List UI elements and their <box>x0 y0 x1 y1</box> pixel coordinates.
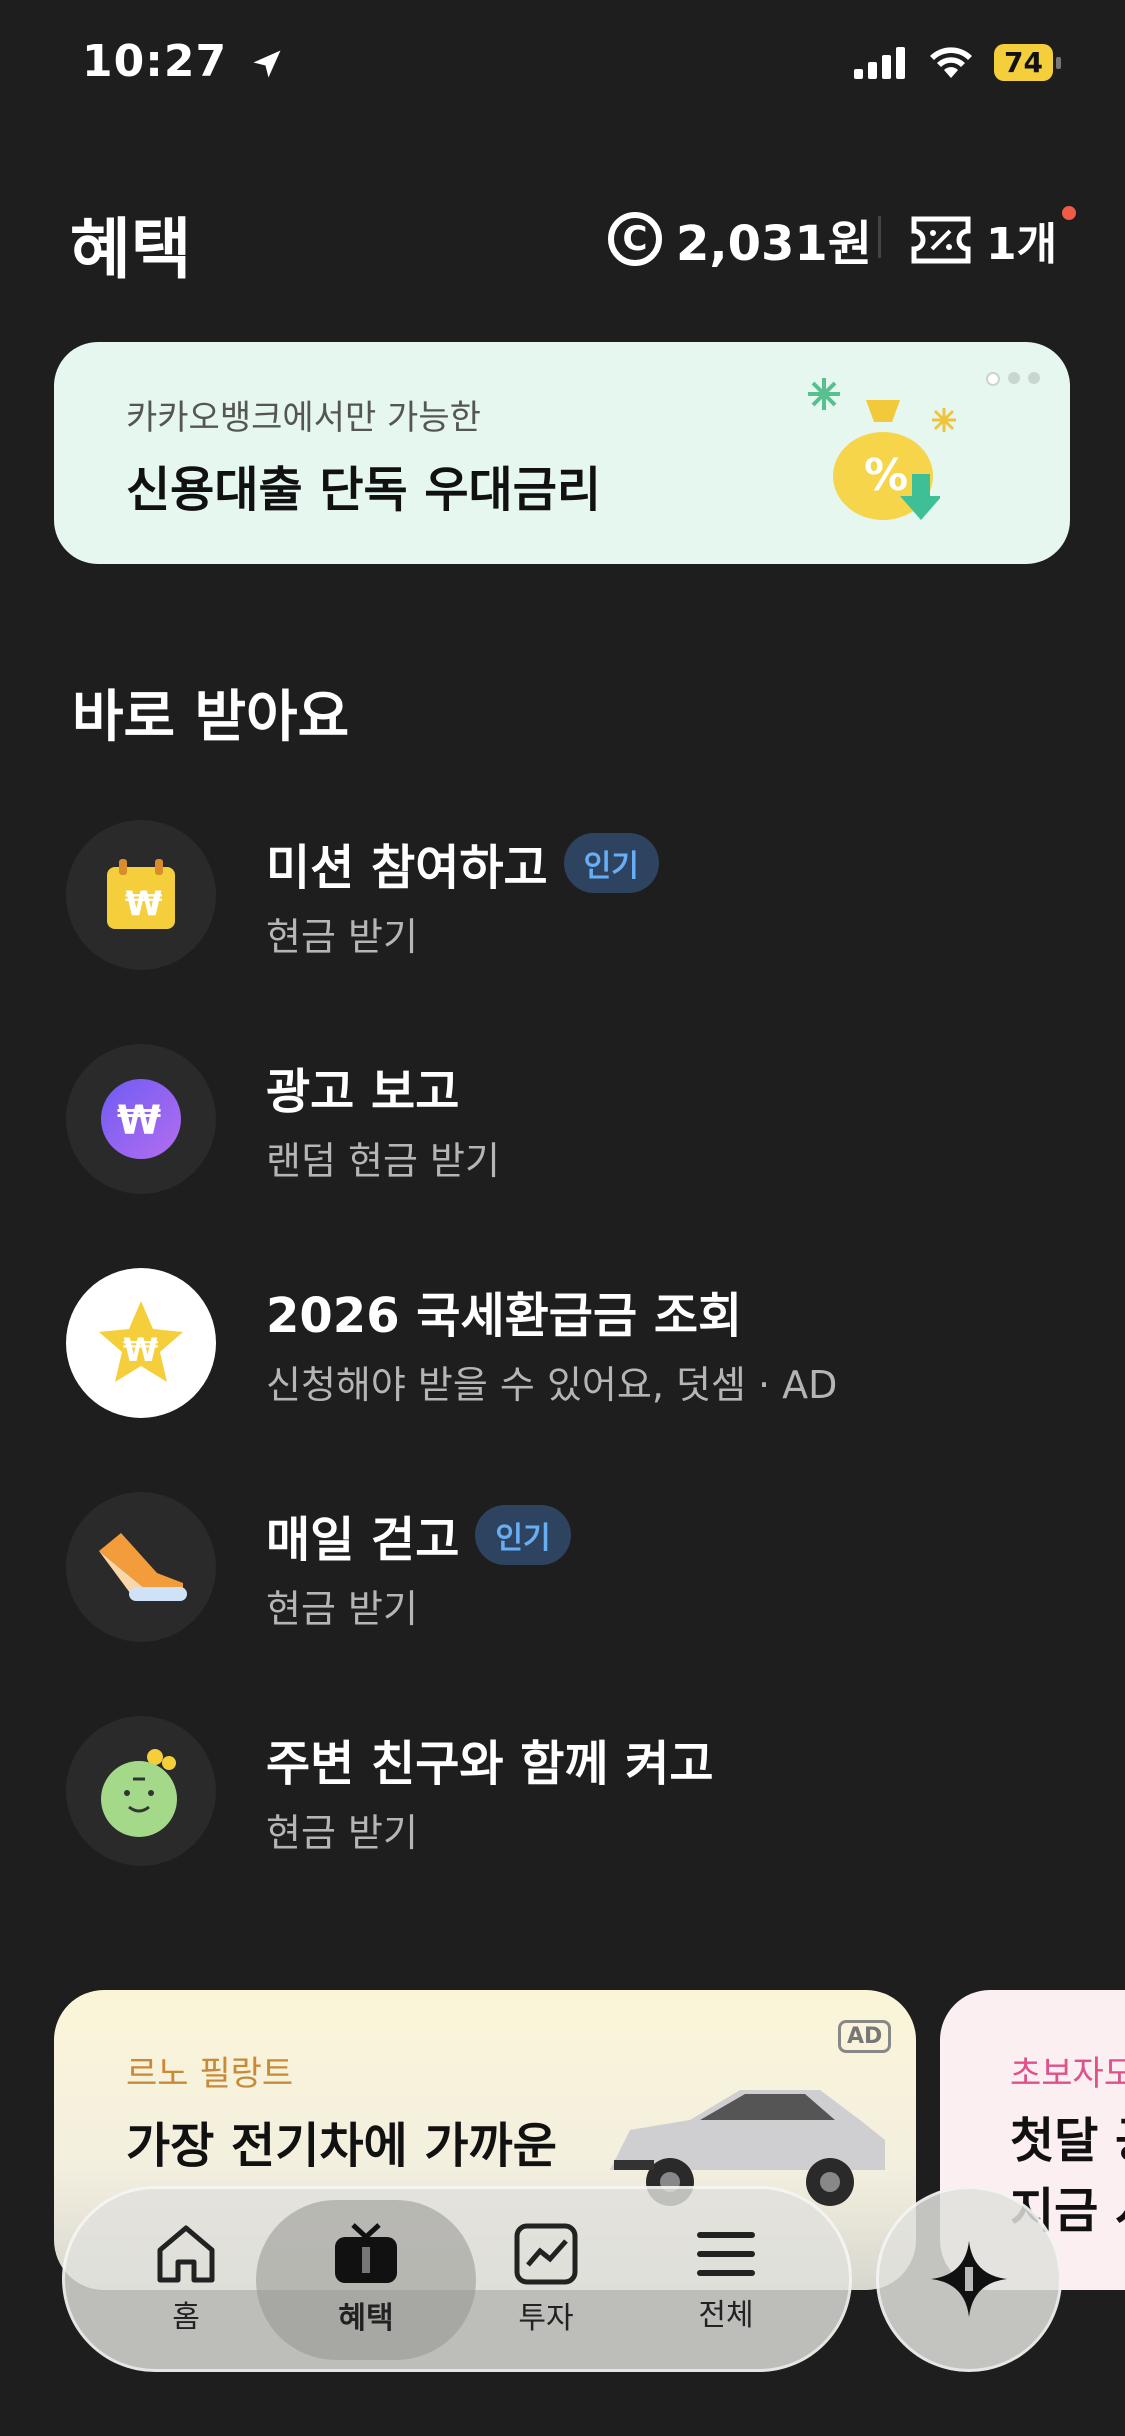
popular-badge: 인기 <box>563 833 659 893</box>
list-item-walk[interactable]: 매일 걷고 인기 현금 받기 <box>66 1492 1066 1642</box>
status-icons: 74 <box>854 44 1061 81</box>
calendar-won-icon: ₩ <box>66 820 216 970</box>
list-item-friends[interactable]: 주변 친구와 함께 켜고 현금 받기 <box>66 1716 1066 1866</box>
ad-brand: 르노 필랑트 <box>126 2054 294 2094</box>
page-title: 혜택 <box>70 211 192 288</box>
list-item-tax-refund[interactable]: ₩ 2026 국세환급금 조회 신청해야 받을 수 있어요, 덧셈 · AD <box>66 1268 1066 1418</box>
item-title: 미션 참여하고 <box>266 840 548 896</box>
svg-text:₩: ₩ <box>117 1098 161 1144</box>
item-subtitle: 랜덤 현금 받기 <box>266 1139 500 1183</box>
ad-title: 가장 전기차에 가까운 <box>126 2118 557 2174</box>
item-subtitle: 신청해야 받을 수 있어요, 덧셈 · AD <box>266 1363 838 1407</box>
points-button[interactable]: C 2,031원 <box>608 204 872 274</box>
points-value: 2,031원 <box>676 216 872 272</box>
sparkle-diamond-icon <box>931 2241 1007 2317</box>
menu-icon <box>697 2232 755 2276</box>
notification-dot <box>1062 206 1076 220</box>
item-subtitle: 현금 받기 <box>266 1587 418 1631</box>
banner-page-indicator <box>986 372 1040 386</box>
ai-assistant-button[interactable] <box>876 2186 1062 2372</box>
item-title: 2026 국세환급금 조회 <box>266 1288 743 1344</box>
wifi-icon <box>930 46 973 78</box>
location-arrow-icon <box>253 50 281 78</box>
green-character-icon <box>66 1716 216 1866</box>
sparkle-icon <box>808 378 840 410</box>
tv-icon <box>335 2223 397 2283</box>
list-item-mission[interactable]: ₩ 미션 참여하고 인기 현금 받기 <box>66 820 1066 970</box>
item-title: 광고 보고 <box>266 1064 460 1120</box>
sparkle-small-icon <box>932 408 956 432</box>
item-subtitle: 현금 받기 <box>266 1811 418 1855</box>
coupon-icon <box>911 216 971 264</box>
item-subtitle: 현금 받기 <box>266 915 418 959</box>
ad2-brand: 초보자도 <box>1010 2054 1125 2094</box>
section-title: 바로 받아요 <box>72 685 350 750</box>
battery-indicator: 74 <box>994 44 1061 81</box>
coin-icon: C <box>608 212 662 266</box>
home-icon <box>157 2225 215 2283</box>
svg-text:₩: ₩ <box>125 884 163 924</box>
ad-badge: AD <box>838 2020 892 2053</box>
banner-subtitle: 카카오뱅크에서만 가능한 <box>126 398 481 438</box>
coupon-button[interactable]: 1개 <box>910 208 1057 272</box>
header-divider <box>878 216 881 258</box>
list-item-ad[interactable]: ₩ 광고 보고 랜덤 현금 받기 <box>66 1044 1066 1194</box>
banner-title: 신용대출 단독 우대금리 <box>126 462 602 518</box>
svg-text:₩: ₩ <box>123 1331 158 1369</box>
star-won-icon: ₩ <box>66 1268 216 1418</box>
popular-badge: 인기 <box>475 1505 571 1565</box>
svg-text:%: % <box>864 450 908 501</box>
item-title: 주변 친구와 함께 켜고 <box>266 1736 714 1792</box>
tab-all[interactable]: 전체 <box>616 2200 836 2360</box>
purple-w-coin-icon: ₩ <box>66 1044 216 1194</box>
sneaker-icon <box>66 1492 216 1642</box>
signal-icon <box>854 46 906 79</box>
chart-icon <box>514 2223 578 2285</box>
item-title: 매일 걷고 <box>266 1512 460 1568</box>
status-time: 10:27 <box>82 36 285 87</box>
coupon-count: 1개 <box>986 219 1058 270</box>
money-bag-icon: % <box>833 400 940 520</box>
